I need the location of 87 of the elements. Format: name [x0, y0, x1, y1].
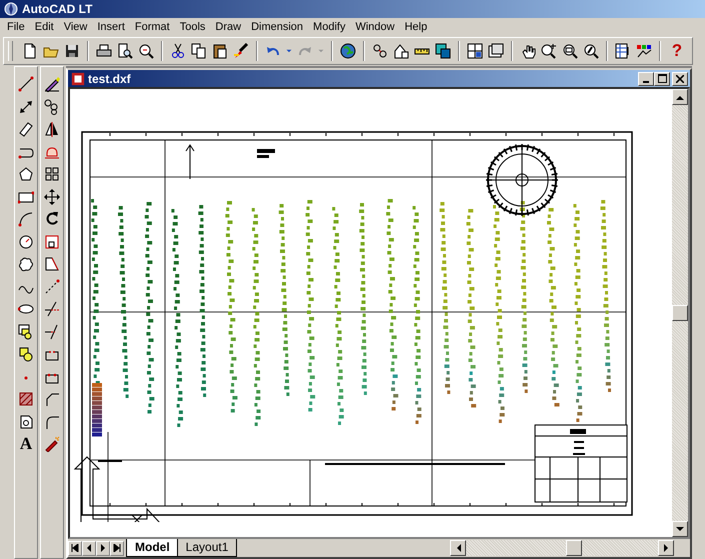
- first-icon: [71, 544, 79, 552]
- layout-tab[interactable]: Model: [126, 539, 179, 557]
- mirror-icon[interactable]: [44, 121, 60, 138]
- page-magnifier-icon[interactable]: [116, 43, 133, 59]
- grid-squares-icon[interactable]: [44, 166, 60, 182]
- rotate-icon[interactable]: [44, 211, 60, 228]
- menu-item[interactable]: Format: [130, 20, 175, 34]
- close-button[interactable]: [672, 72, 688, 86]
- cloud-icon[interactable]: [18, 256, 34, 272]
- circle-icon[interactable]: [18, 234, 34, 250]
- menu-item[interactable]: Edit: [30, 20, 59, 34]
- chamfer-icon[interactable]: [44, 391, 60, 408]
- minimize-button[interactable]: [638, 72, 654, 86]
- stretch-icon[interactable]: [44, 256, 60, 272]
- window-icon[interactable]: [488, 43, 504, 59]
- globe-icon[interactable]: [340, 43, 356, 59]
- pentagon-icon[interactable]: [18, 166, 34, 182]
- squares-icon[interactable]: [434, 43, 451, 59]
- close-icon: [676, 74, 684, 82]
- extend-icon[interactable]: [44, 324, 60, 340]
- magnifier-icon[interactable]: [138, 43, 154, 59]
- scissors-icon[interactable]: [170, 43, 186, 59]
- clipboard-icon[interactable]: [212, 43, 228, 59]
- zoom-in-icon[interactable]: [540, 43, 557, 59]
- block-insert-icon[interactable]: [18, 324, 34, 340]
- next-tab-button[interactable]: [96, 540, 110, 556]
- scroll-right-button[interactable]: [658, 540, 674, 556]
- printer-icon[interactable]: [96, 43, 112, 59]
- dynamite-icon[interactable]: [44, 436, 60, 452]
- right-arrow-icon: [664, 544, 668, 552]
- menu-item[interactable]: View: [58, 20, 92, 34]
- panels-icon[interactable]: [466, 43, 483, 59]
- left-arrow-icon: [456, 544, 460, 552]
- palette-icon[interactable]: [636, 43, 652, 59]
- up-arrow-icon: [676, 94, 684, 100]
- text-tool-button[interactable]: A: [20, 433, 32, 455]
- house-icon[interactable]: [392, 43, 409, 59]
- scroll-down-button[interactable]: [672, 521, 688, 537]
- window-title: AutoCAD LT: [22, 2, 92, 16]
- first-tab-button[interactable]: [68, 540, 82, 556]
- menu-item[interactable]: File: [2, 20, 30, 34]
- arc-icon[interactable]: [18, 211, 34, 228]
- menu-item[interactable]: Draw: [210, 20, 246, 34]
- double-arrow-icon[interactable]: [18, 98, 34, 115]
- compass-logo-icon: [3, 1, 19, 17]
- scrollbar-thumb[interactable]: [566, 540, 582, 556]
- layout-tab[interactable]: Layout1: [176, 539, 238, 557]
- last-icon: [113, 544, 121, 552]
- square-circle-icon[interactable]: [18, 346, 34, 362]
- line-icon[interactable]: [18, 76, 34, 92]
- last-tab-button[interactable]: [110, 540, 124, 556]
- previous-tab-button[interactable]: [82, 540, 96, 556]
- menu-item[interactable]: Insert: [92, 20, 130, 34]
- menu-item[interactable]: Help: [400, 20, 432, 34]
- menu-item[interactable]: Window: [350, 20, 400, 34]
- menu-item[interactable]: Dimension: [246, 20, 308, 34]
- minimize-icon: [643, 80, 649, 82]
- document-title: test.dxf: [88, 72, 131, 86]
- hatch-icon[interactable]: [18, 391, 34, 408]
- menu-item[interactable]: Modify: [308, 20, 350, 34]
- move-icon[interactable]: [44, 188, 60, 205]
- right-arrow-icon: [99, 544, 107, 552]
- horizontal-scrollbar[interactable]: [450, 540, 674, 556]
- scrollbar-thumb[interactable]: [672, 304, 688, 321]
- left-arrow-icon: [85, 544, 93, 552]
- rectangle-icon[interactable]: [18, 188, 34, 205]
- help-button[interactable]: ?: [666, 41, 688, 61]
- down-arrow-icon: [676, 526, 684, 532]
- zoom-icon[interactable]: [562, 43, 578, 59]
- fillet-icon[interactable]: [44, 414, 60, 430]
- copy-icon[interactable]: [190, 43, 207, 59]
- dotted-line-icon[interactable]: [44, 278, 60, 295]
- circles-icon[interactable]: [372, 43, 388, 59]
- zoom-arrow-icon[interactable]: [582, 43, 599, 59]
- table-icon[interactable]: [614, 43, 631, 59]
- restore-icon: [658, 74, 666, 83]
- menu-item[interactable]: Tools: [174, 20, 210, 34]
- scale-icon[interactable]: [44, 234, 60, 250]
- restore-button[interactable]: [654, 72, 670, 86]
- scroll-left-button[interactable]: [450, 540, 466, 556]
- scroll-up-button[interactable]: [672, 89, 688, 105]
- paintbrush-icon[interactable]: [232, 43, 249, 59]
- vertical-scrollbar[interactable]: [672, 89, 688, 537]
- hand-icon[interactable]: [520, 43, 536, 59]
- trim-icon[interactable]: [44, 301, 60, 318]
- copy-circles-icon[interactable]: [44, 98, 60, 115]
- pencil-icon[interactable]: [44, 76, 60, 92]
